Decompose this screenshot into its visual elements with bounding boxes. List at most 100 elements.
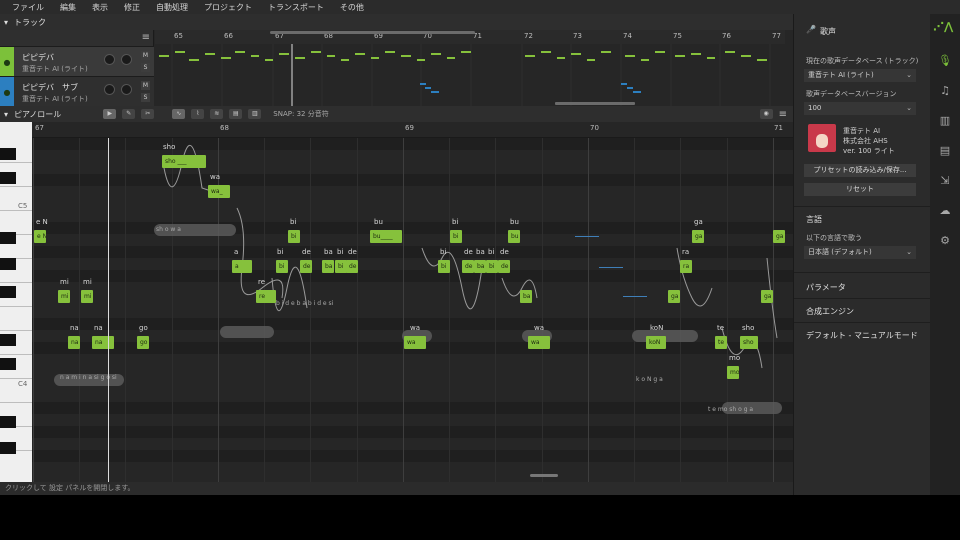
note-block[interactable]: ra bbox=[680, 260, 692, 273]
collapse-icon[interactable]: ▾ bbox=[4, 18, 8, 27]
black-key[interactable] bbox=[0, 334, 16, 346]
note-block[interactable]: wa_ bbox=[208, 185, 230, 198]
black-key[interactable] bbox=[0, 232, 16, 244]
track-row-sub[interactable]: ● ピピデバ サブ 重音テト AI (ライト) M S bbox=[0, 76, 154, 107]
track-panel-header[interactable]: ▾ トラック bbox=[0, 14, 793, 30]
note-block[interactable]: bi bbox=[288, 230, 300, 243]
export-icon[interactable]: ⇲ bbox=[930, 170, 960, 192]
language-select[interactable]: 日本語 (デフォルト) ⌄ bbox=[804, 246, 916, 259]
note-block[interactable]: ga bbox=[761, 290, 773, 303]
menu-file[interactable]: ファイル bbox=[4, 2, 52, 13]
note-block[interactable]: mi bbox=[58, 290, 70, 303]
camera-icon[interactable]: ◉ bbox=[759, 109, 773, 119]
piano-roll-grid[interactable]: sho sho ___ wa wa_ sh o w a e N e N a a … bbox=[32, 138, 793, 482]
track-name[interactable]: ピピデバ サブ bbox=[22, 82, 78, 93]
note-block[interactable]: sho ___ bbox=[162, 155, 206, 168]
note-block[interactable]: te bbox=[715, 336, 727, 349]
curve-tool-button[interactable]: ⌇ bbox=[191, 109, 205, 119]
version-select[interactable]: 100 ⌄ bbox=[804, 102, 916, 115]
horizontal-scrollbar[interactable] bbox=[530, 474, 558, 477]
pencil-tool-button[interactable]: ✎ bbox=[122, 109, 136, 119]
track-scrollbar[interactable] bbox=[270, 31, 475, 34]
cloud-icon[interactable]: ☁ bbox=[930, 200, 960, 222]
menu-transport[interactable]: トランスポート bbox=[260, 2, 332, 13]
note-block[interactable]: bi bbox=[438, 260, 450, 273]
voice-db-select[interactable]: 重音テト AI (ライト) ⌄ bbox=[804, 69, 916, 82]
knife-tool-button[interactable]: ✂ bbox=[141, 109, 155, 119]
preset-button[interactable]: プリセットの読み込み/保存... bbox=[804, 164, 916, 177]
note-block[interactable]: bi bbox=[450, 230, 462, 243]
menu-other[interactable]: その他 bbox=[332, 2, 372, 13]
section-synthesis-engine[interactable]: 合成エンジン bbox=[806, 306, 854, 317]
reset-button[interactable]: リセット bbox=[804, 183, 916, 196]
music-note-icon[interactable]: ♫ bbox=[930, 80, 960, 102]
volume-knob[interactable] bbox=[104, 54, 115, 65]
note-block[interactable]: mi bbox=[81, 290, 93, 303]
menu-automation[interactable]: 自動処理 bbox=[148, 2, 196, 13]
hamburger-icon[interactable]: ≡ bbox=[142, 32, 150, 43]
microphone-icon[interactable]: 🎙 bbox=[930, 50, 960, 72]
gear-icon[interactable]: ⚙ bbox=[930, 230, 960, 252]
playhead[interactable] bbox=[108, 138, 109, 482]
snap-setting[interactable]: SNAP: 32 分音符 bbox=[273, 109, 328, 119]
note-block[interactable]: wa bbox=[404, 336, 426, 349]
menu-edit[interactable]: 編集 bbox=[52, 2, 84, 13]
pan-knob[interactable] bbox=[121, 84, 132, 95]
menu-project[interactable]: プロジェクト bbox=[196, 2, 260, 13]
notebook-icon[interactable]: ▤ bbox=[930, 140, 960, 162]
note-block[interactable]: ba bbox=[322, 260, 334, 273]
piano-roll-ruler[interactable]: 67 68 69 70 71 bbox=[32, 122, 793, 138]
note-block[interactable]: bi bbox=[276, 260, 288, 273]
black-key[interactable] bbox=[0, 442, 16, 454]
note-block[interactable]: ba bbox=[474, 260, 486, 273]
pitch-tool-button[interactable]: ∿ bbox=[172, 109, 186, 119]
library-icon[interactable]: ▥ bbox=[930, 110, 960, 132]
solo-button[interactable]: S bbox=[141, 63, 150, 72]
note-block[interactable]: de bbox=[300, 260, 312, 273]
waveform-tool-button[interactable]: ≋ bbox=[210, 109, 224, 119]
note-block[interactable]: ga bbox=[668, 290, 680, 303]
keyboard-tool-button[interactable]: ▥ bbox=[248, 109, 262, 119]
note-block[interactable]: bi bbox=[486, 260, 498, 273]
hamburger-icon[interactable]: ≡ bbox=[779, 109, 787, 120]
note-block[interactable]: ba bbox=[520, 290, 532, 303]
note-block[interactable]: e N bbox=[34, 230, 46, 243]
select-tool-button[interactable]: ▶ bbox=[103, 109, 117, 119]
black-key[interactable] bbox=[0, 258, 16, 270]
menu-modify[interactable]: 修正 bbox=[116, 2, 148, 13]
note-block[interactable]: mo bbox=[727, 366, 739, 379]
note-block[interactable]: koN bbox=[646, 336, 666, 349]
note-block[interactable]: de bbox=[462, 260, 474, 273]
black-key[interactable] bbox=[0, 172, 16, 184]
note-block[interactable]: na bbox=[68, 336, 80, 349]
volume-knob[interactable] bbox=[104, 84, 115, 95]
menu-view[interactable]: 表示 bbox=[84, 2, 116, 13]
track-ruler[interactable]: 65 66 67 68 69 70 71 72 73 74 75 76 77 bbox=[155, 30, 785, 44]
note-block[interactable]: sho bbox=[740, 336, 758, 349]
note-block[interactable]: bu bbox=[508, 230, 520, 243]
track-lanes[interactable]: 65 66 67 68 69 70 71 72 73 74 75 76 77 bbox=[155, 30, 785, 106]
note-block[interactable]: re bbox=[256, 290, 276, 303]
section-parameters[interactable]: パラメータ bbox=[806, 282, 846, 293]
note-block[interactable]: a bbox=[232, 260, 252, 273]
track-menu[interactable]: ≡ bbox=[0, 30, 154, 44]
note-block[interactable]: de bbox=[498, 260, 510, 273]
note-block[interactable]: ga bbox=[692, 230, 704, 243]
collapse-icon[interactable]: ▾ bbox=[4, 110, 8, 119]
note-block[interactable]: ga bbox=[773, 230, 785, 243]
solo-button[interactable]: S bbox=[141, 93, 150, 102]
section-mode[interactable]: デフォルト - マニュアルモード bbox=[806, 330, 918, 341]
note-block[interactable]: go bbox=[137, 336, 149, 349]
mute-button[interactable]: M bbox=[141, 81, 150, 90]
mute-button[interactable]: M bbox=[141, 51, 150, 60]
black-key[interactable] bbox=[0, 358, 16, 370]
track-name[interactable]: ピピデバ bbox=[22, 52, 54, 63]
note-block[interactable]: de bbox=[346, 260, 358, 273]
pan-knob[interactable] bbox=[121, 54, 132, 65]
grid-tool-button[interactable]: ▤ bbox=[229, 109, 243, 119]
track-row-main[interactable]: ● ピピデバ 重音テト AI (ライト) M S bbox=[0, 46, 154, 77]
note-block[interactable]: bu____ bbox=[370, 230, 402, 243]
black-key[interactable] bbox=[0, 148, 16, 160]
note-block[interactable]: na bbox=[92, 336, 114, 349]
piano-keyboard[interactable]: C5 C4 bbox=[0, 122, 32, 482]
